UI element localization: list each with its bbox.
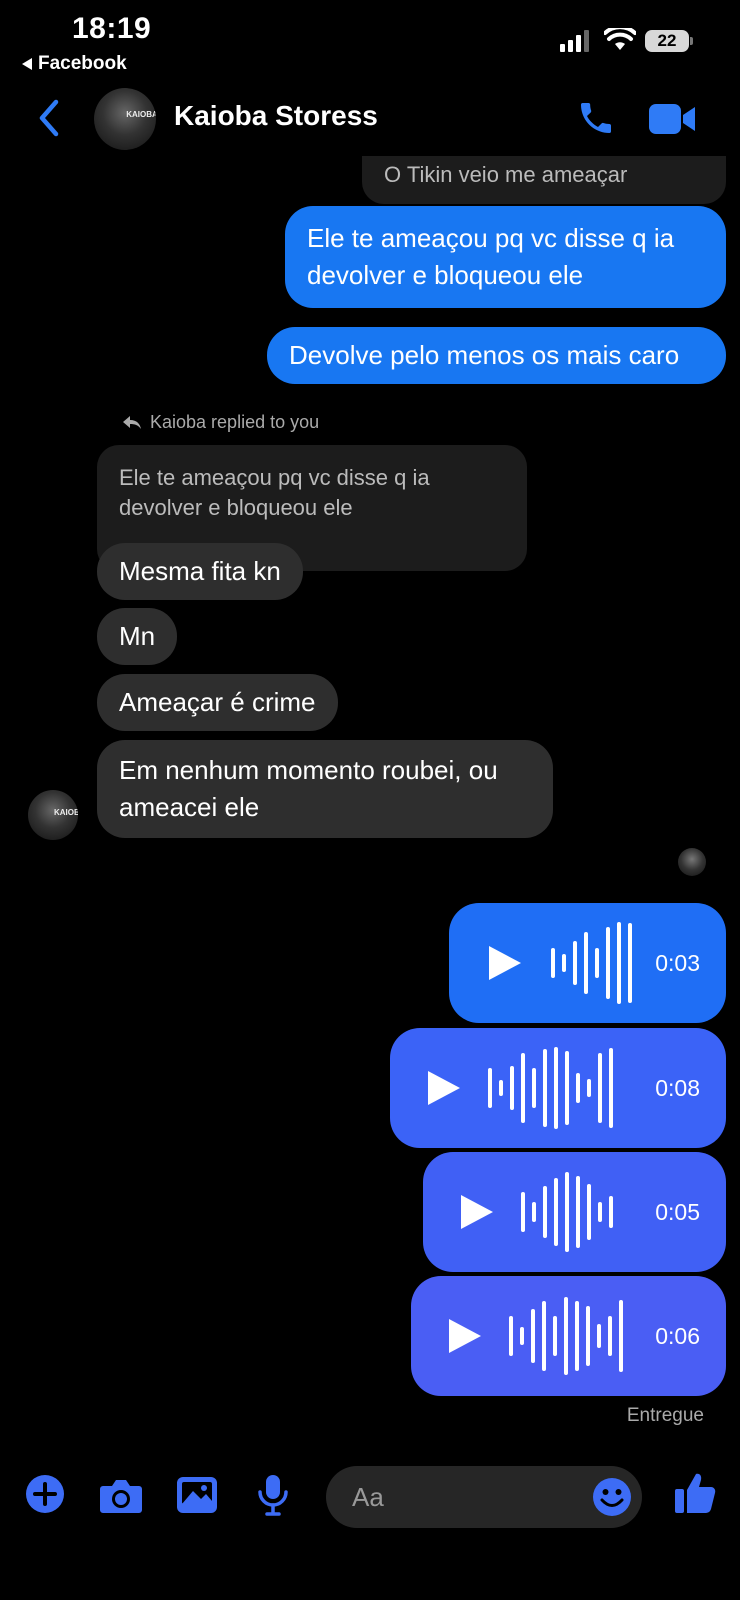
avatar-text: KAIOBA	[126, 110, 156, 120]
voice-message[interactable]: 0:08	[390, 1028, 726, 1148]
plus-icon[interactable]	[25, 1474, 65, 1514]
microphone-icon[interactable]	[257, 1474, 289, 1516]
waveform	[551, 918, 632, 1008]
back-to-app-link[interactable]: Facebook	[22, 53, 127, 75]
message-composer[interactable]	[326, 1466, 642, 1528]
thumbs-up-icon[interactable]	[674, 1471, 716, 1515]
avatar-text: KAIOBA	[54, 808, 78, 817]
waveform	[509, 1291, 623, 1381]
outgoing-message[interactable]: Devolve pelo menos os mais caro	[267, 327, 726, 384]
voice-duration: 0:06	[655, 1322, 700, 1349]
emoji-icon[interactable]	[592, 1477, 632, 1517]
sender-avatar: KAIOBA	[28, 790, 78, 840]
seen-avatar	[678, 848, 706, 876]
play-icon[interactable]	[449, 1319, 481, 1353]
signal-icon	[560, 30, 589, 52]
play-icon[interactable]	[428, 1071, 460, 1105]
back-icon[interactable]	[36, 98, 62, 138]
contact-name[interactable]: Kaioba Storess	[174, 100, 378, 132]
status-time: 18:19	[72, 12, 152, 45]
video-icon[interactable]	[649, 104, 695, 134]
back-triangle-icon	[22, 58, 32, 70]
reply-label-text: Kaioba replied to you	[150, 412, 320, 432]
voice-message[interactable]: 0:06	[411, 1276, 726, 1396]
reply-label: Kaioba replied to you	[122, 412, 319, 433]
wifi-icon	[604, 28, 636, 50]
incoming-message[interactable]: Ameaçar é crime	[97, 674, 338, 731]
outgoing-message[interactable]: Ele te ameaçou pq vc disse q ia devolver…	[285, 206, 726, 308]
delivery-status: Entregue	[626, 1405, 704, 1426]
incoming-message[interactable]: Mesma fita kn	[97, 543, 303, 600]
partial-incoming-message: O Tikin veio me ameaçar	[362, 156, 726, 204]
phone-icon[interactable]	[576, 98, 616, 138]
voice-message[interactable]: 0:05	[423, 1152, 726, 1272]
voice-message[interactable]: 0:03	[449, 903, 726, 1023]
gallery-icon[interactable]	[176, 1476, 218, 1514]
camera-icon[interactable]	[99, 1478, 143, 1514]
battery-indicator: 22	[645, 30, 689, 52]
reply-arrow-icon	[123, 415, 141, 429]
waveform	[488, 1043, 613, 1133]
message-input[interactable]	[352, 1466, 572, 1528]
contact-avatar[interactable]: KAIOBA	[94, 88, 156, 150]
voice-duration: 0:05	[655, 1198, 700, 1225]
play-icon[interactable]	[489, 946, 521, 980]
play-icon[interactable]	[461, 1195, 493, 1229]
voice-duration: 0:08	[655, 1074, 700, 1101]
back-app-label: Facebook	[38, 53, 127, 74]
incoming-message[interactable]: Em nenhum momento roubei, ou ameacei ele	[97, 740, 553, 838]
battery-nub	[690, 37, 693, 45]
voice-duration: 0:03	[655, 949, 700, 976]
waveform	[521, 1167, 613, 1257]
incoming-message[interactable]: Mn	[97, 608, 178, 665]
